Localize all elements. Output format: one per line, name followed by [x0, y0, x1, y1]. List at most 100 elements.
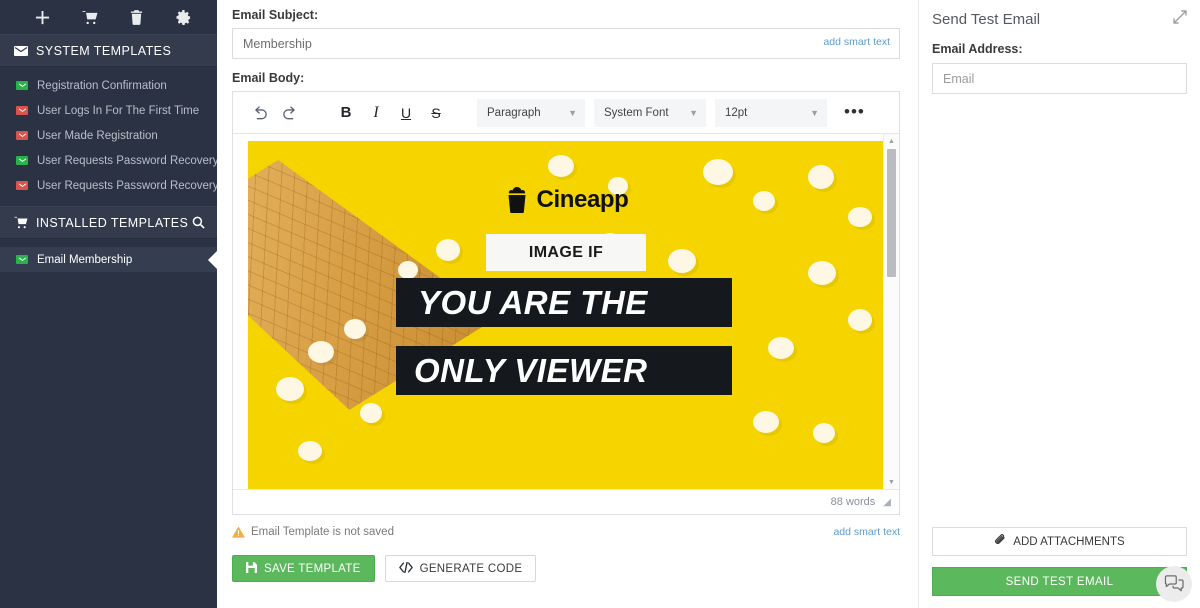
- send-test-email-button[interactable]: SEND TEST EMAIL: [932, 567, 1187, 596]
- headline-line-1: YOU ARE THE: [396, 278, 732, 327]
- envelope-icon: [14, 45, 28, 56]
- editor-action-buttons: SAVE TEMPLATE GENERATE CODE: [232, 555, 900, 582]
- sidebar-section-system-label: SYSTEM TEMPLATES: [36, 43, 172, 58]
- image-if-banner: IMAGE IF: [486, 234, 646, 271]
- redo-icon[interactable]: [275, 99, 305, 127]
- sidebar-item-user-logs-in-first-time[interactable]: User Logs In For The First Time: [0, 98, 217, 123]
- status-badge-red-icon: [16, 106, 28, 115]
- font-size-value: 12pt: [725, 106, 748, 119]
- system-templates-list: Registration Confirmation User Logs In F…: [0, 67, 217, 206]
- status-badge-green-icon: [16, 81, 28, 90]
- italic-button[interactable]: I: [361, 99, 391, 127]
- scroll-down-icon[interactable]: ▼: [884, 475, 899, 489]
- resize-handle[interactable]: ◢: [883, 497, 891, 508]
- chevron-down-icon: ▼: [810, 107, 819, 118]
- block-format-select[interactable]: Paragraph ▼: [477, 98, 585, 127]
- add-icon[interactable]: [34, 9, 51, 26]
- status-badge-green-icon: [16, 255, 28, 264]
- popcorn-decor: [298, 441, 322, 461]
- underline-button[interactable]: U: [391, 99, 421, 127]
- sidebar-item-label: Registration Confirmation: [37, 79, 167, 92]
- block-format-value: Paragraph: [487, 106, 541, 119]
- popcorn-decor: [668, 249, 696, 273]
- generate-code-button[interactable]: GENERATE CODE: [384, 555, 537, 582]
- cineapp-logo-text: Cineapp: [536, 186, 629, 213]
- email-subject-label: Email Subject:: [232, 8, 319, 22]
- status-badge-green-icon: [16, 156, 28, 165]
- popcorn-decor: [753, 411, 779, 433]
- sidebar: SYSTEM TEMPLATES Registration Confirmati…: [0, 0, 217, 608]
- font-family-value: System Font: [604, 106, 669, 119]
- sidebar-item-email-membership[interactable]: Email Membership: [0, 247, 217, 272]
- popcorn-decor: [768, 337, 794, 359]
- scrollbar-thumb[interactable]: [887, 149, 896, 277]
- popcorn-decor: [808, 261, 836, 285]
- bold-button[interactable]: B: [331, 99, 361, 127]
- trash-icon[interactable]: [128, 9, 145, 26]
- email-body-label: Email Body:: [232, 71, 305, 85]
- chevron-down-icon: ▼: [568, 107, 577, 118]
- font-family-select[interactable]: System Font ▼: [594, 98, 706, 127]
- sidebar-section-installed-label: INSTALLED TEMPLATES: [36, 215, 189, 230]
- status-badge-red-icon: [16, 181, 28, 190]
- cart-icon: [14, 216, 28, 229]
- gear-icon[interactable]: [175, 9, 192, 26]
- not-saved-text: Email Template is not saved: [251, 526, 394, 538]
- editor-scrollbar[interactable]: ▲ ▼: [883, 134, 898, 489]
- cart-icon[interactable]: [81, 9, 98, 26]
- template-status-row: Email Template is not saved add smart te…: [232, 523, 900, 541]
- send-test-email-header: Send Test Email: [932, 10, 1187, 29]
- more-options-icon[interactable]: •••: [844, 103, 865, 120]
- warning-icon: [232, 526, 245, 538]
- email-address-label: Email Address:: [932, 42, 1023, 56]
- font-size-select[interactable]: 12pt ▼: [715, 98, 827, 127]
- send-test-email-panel: Send Test Email Email Address: ADD ATTAC…: [918, 0, 1200, 608]
- popcorn-decor: [344, 319, 366, 339]
- sidebar-item-registration-confirmation[interactable]: Registration Confirmation: [0, 73, 217, 98]
- chat-bubble-icon[interactable]: [1156, 566, 1192, 602]
- installed-templates-list: Email Membership: [0, 239, 217, 280]
- collapse-caret-icon[interactable]: [208, 250, 217, 269]
- save-template-button[interactable]: SAVE TEMPLATE: [232, 555, 375, 582]
- paperclip-icon: [994, 534, 1006, 549]
- headline-line-2: ONLY VIEWER: [396, 346, 732, 395]
- body-add-smart-text-link[interactable]: add smart text: [833, 526, 900, 538]
- popcorn-decor: [548, 155, 574, 177]
- not-saved-status: Email Template is not saved: [232, 526, 394, 538]
- email-subject-input[interactable]: [232, 28, 900, 59]
- popcorn-decor: [436, 239, 460, 261]
- panel-spacer: [932, 94, 1187, 527]
- popcorn-decor: [848, 309, 872, 331]
- code-icon: [398, 561, 413, 576]
- search-icon[interactable]: [192, 216, 205, 229]
- email-body-editor: B I U S Paragraph ▼ System Font ▼ 12pt ▼…: [232, 91, 900, 515]
- sidebar-section-installed-templates[interactable]: INSTALLED TEMPLATES: [0, 206, 217, 239]
- editor-panel: Email Subject: add smart text Email Body…: [217, 0, 918, 608]
- expand-collapse-icon[interactable]: [1173, 10, 1187, 29]
- strikethrough-button[interactable]: S: [421, 99, 451, 127]
- word-count: 88 words: [830, 496, 876, 508]
- sidebar-section-system-templates[interactable]: SYSTEM TEMPLATES: [0, 34, 217, 67]
- email-preview-image: CINE: [248, 141, 885, 489]
- editor-status-bar: 88 words ◢: [233, 489, 899, 514]
- add-attachments-label: ADD ATTACHMENTS: [1013, 535, 1125, 548]
- sidebar-item-user-requests-password-recovery-2[interactable]: User Requests Password Recovery...: [0, 173, 217, 198]
- app-root: SYSTEM TEMPLATES Registration Confirmati…: [0, 0, 1200, 608]
- sidebar-item-label: Email Membership: [37, 253, 133, 266]
- sidebar-item-label: User Logs In For The First Time: [37, 104, 200, 117]
- status-badge-red-icon: [16, 131, 28, 140]
- editor-content-area[interactable]: CINE: [233, 134, 899, 489]
- send-test-email-title: Send Test Email: [932, 11, 1041, 28]
- generate-code-label: GENERATE CODE: [419, 562, 523, 575]
- email-address-input[interactable]: [932, 63, 1187, 94]
- add-attachments-button[interactable]: ADD ATTACHMENTS: [932, 527, 1187, 556]
- popcorn-decor: [360, 403, 382, 423]
- sidebar-item-user-requests-password-recovery[interactable]: User Requests Password Recovery: [0, 148, 217, 173]
- subject-add-smart-text-link[interactable]: add smart text: [823, 36, 890, 48]
- scroll-up-icon[interactable]: ▲: [884, 134, 899, 148]
- undo-icon[interactable]: [245, 99, 275, 127]
- editor-toolbar: B I U S Paragraph ▼ System Font ▼ 12pt ▼…: [233, 92, 899, 134]
- sidebar-item-user-made-registration[interactable]: User Made Registration: [0, 123, 217, 148]
- sidebar-item-label: User Requests Password Recovery...: [37, 179, 217, 192]
- popcorn-decor: [703, 159, 733, 185]
